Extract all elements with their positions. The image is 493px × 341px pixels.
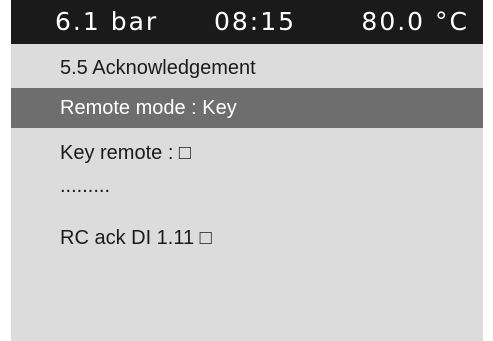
menu-item-remote-mode[interactable]: Remote mode : Key bbox=[11, 88, 483, 128]
temperature-readout: 80.0 °C bbox=[361, 7, 469, 36]
menu-item-key-remote[interactable]: Key remote : □ bbox=[11, 133, 483, 173]
status-bar: 6.1 bar 08:15 80.0 °C bbox=[11, 0, 483, 44]
time-readout: 08:15 bbox=[214, 7, 297, 36]
menu-title: 5.5 Acknowledgement bbox=[60, 57, 256, 79]
pressure-readout: 6.1 bar bbox=[55, 7, 159, 36]
controller-display: 6.1 bar 08:15 80.0 °C 5.5 Acknowledgemen… bbox=[11, 0, 483, 341]
menu-item-rc-ack-di[interactable]: RC ack DI 1.11 □ bbox=[11, 218, 483, 258]
menu-item-ellipsis: ......... bbox=[60, 175, 111, 197]
